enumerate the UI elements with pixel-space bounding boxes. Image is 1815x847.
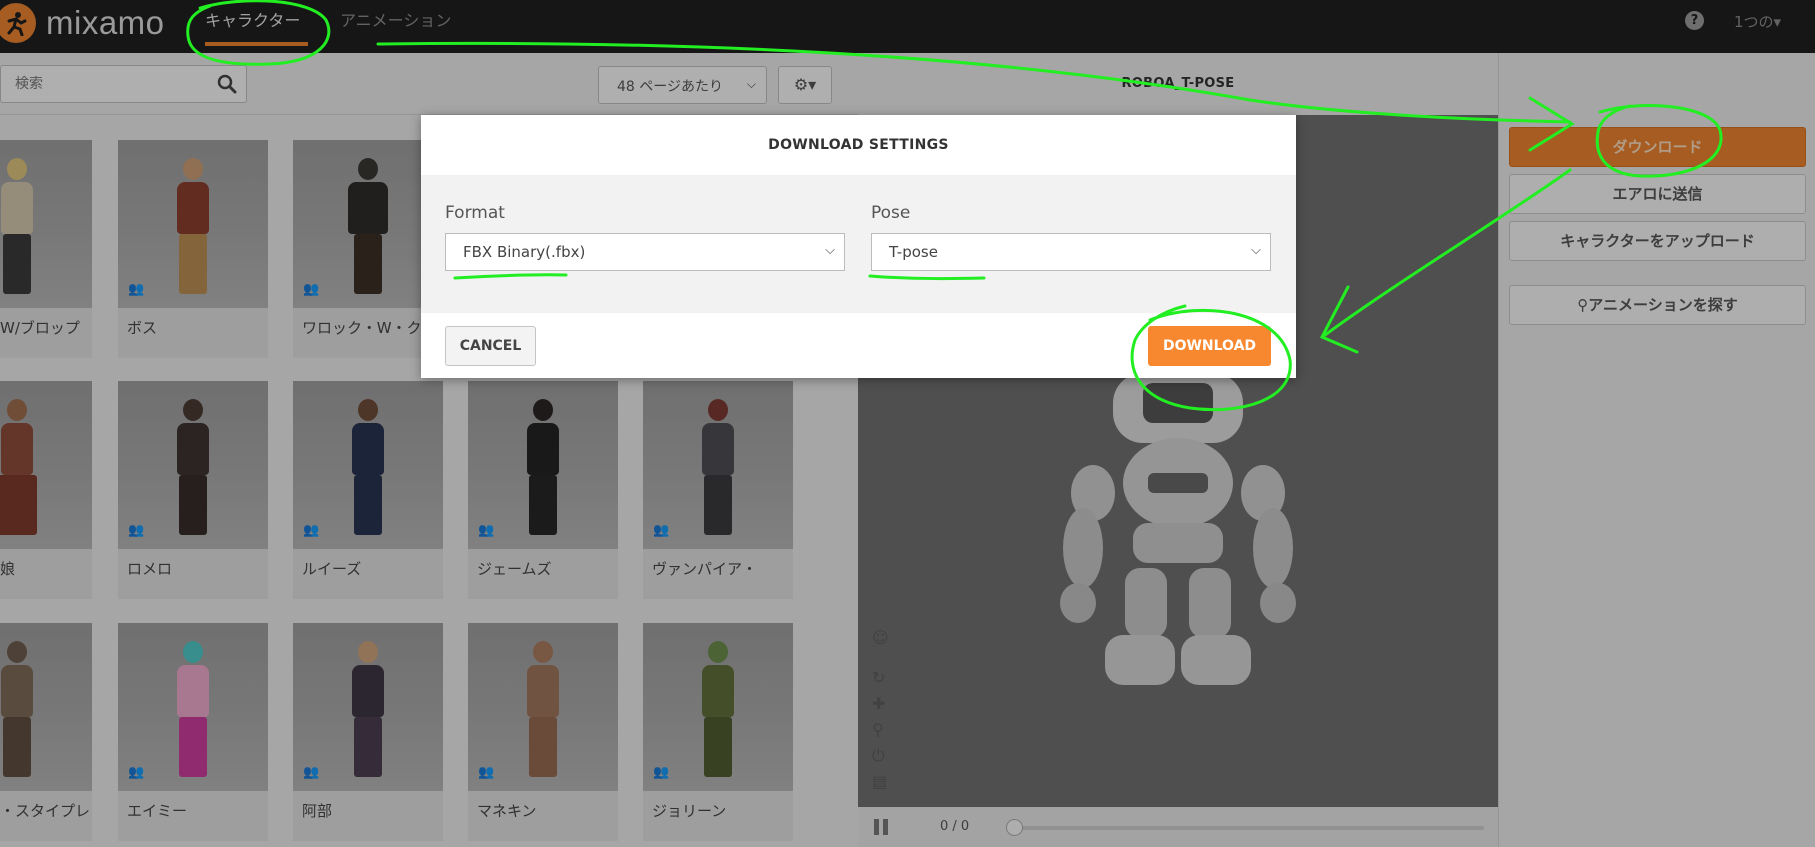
chevron-down-icon: ⌵ <box>825 243 835 258</box>
format-select[interactable]: FBX Binary(.fbx) ⌵ <box>445 233 845 271</box>
dialog-body: Format FBX Binary(.fbx) ⌵ Pose T-pose ⌵ <box>421 175 1296 313</box>
pose-select[interactable]: T-pose ⌵ <box>871 233 1271 271</box>
pose-value: T-pose <box>889 243 938 261</box>
confirm-download-button[interactable]: DOWNLOAD <box>1148 326 1271 366</box>
format-label: Format <box>445 203 505 223</box>
download-settings-dialog: DOWNLOAD SETTINGS Format FBX Binary(.fbx… <box>421 115 1296 378</box>
format-value: FBX Binary(.fbx) <box>463 243 586 261</box>
cancel-button[interactable]: CANCEL <box>445 326 536 366</box>
chevron-down-icon: ⌵ <box>1251 243 1261 258</box>
pose-label: Pose <box>871 203 911 223</box>
dialog-title: DOWNLOAD SETTINGS <box>768 137 949 153</box>
